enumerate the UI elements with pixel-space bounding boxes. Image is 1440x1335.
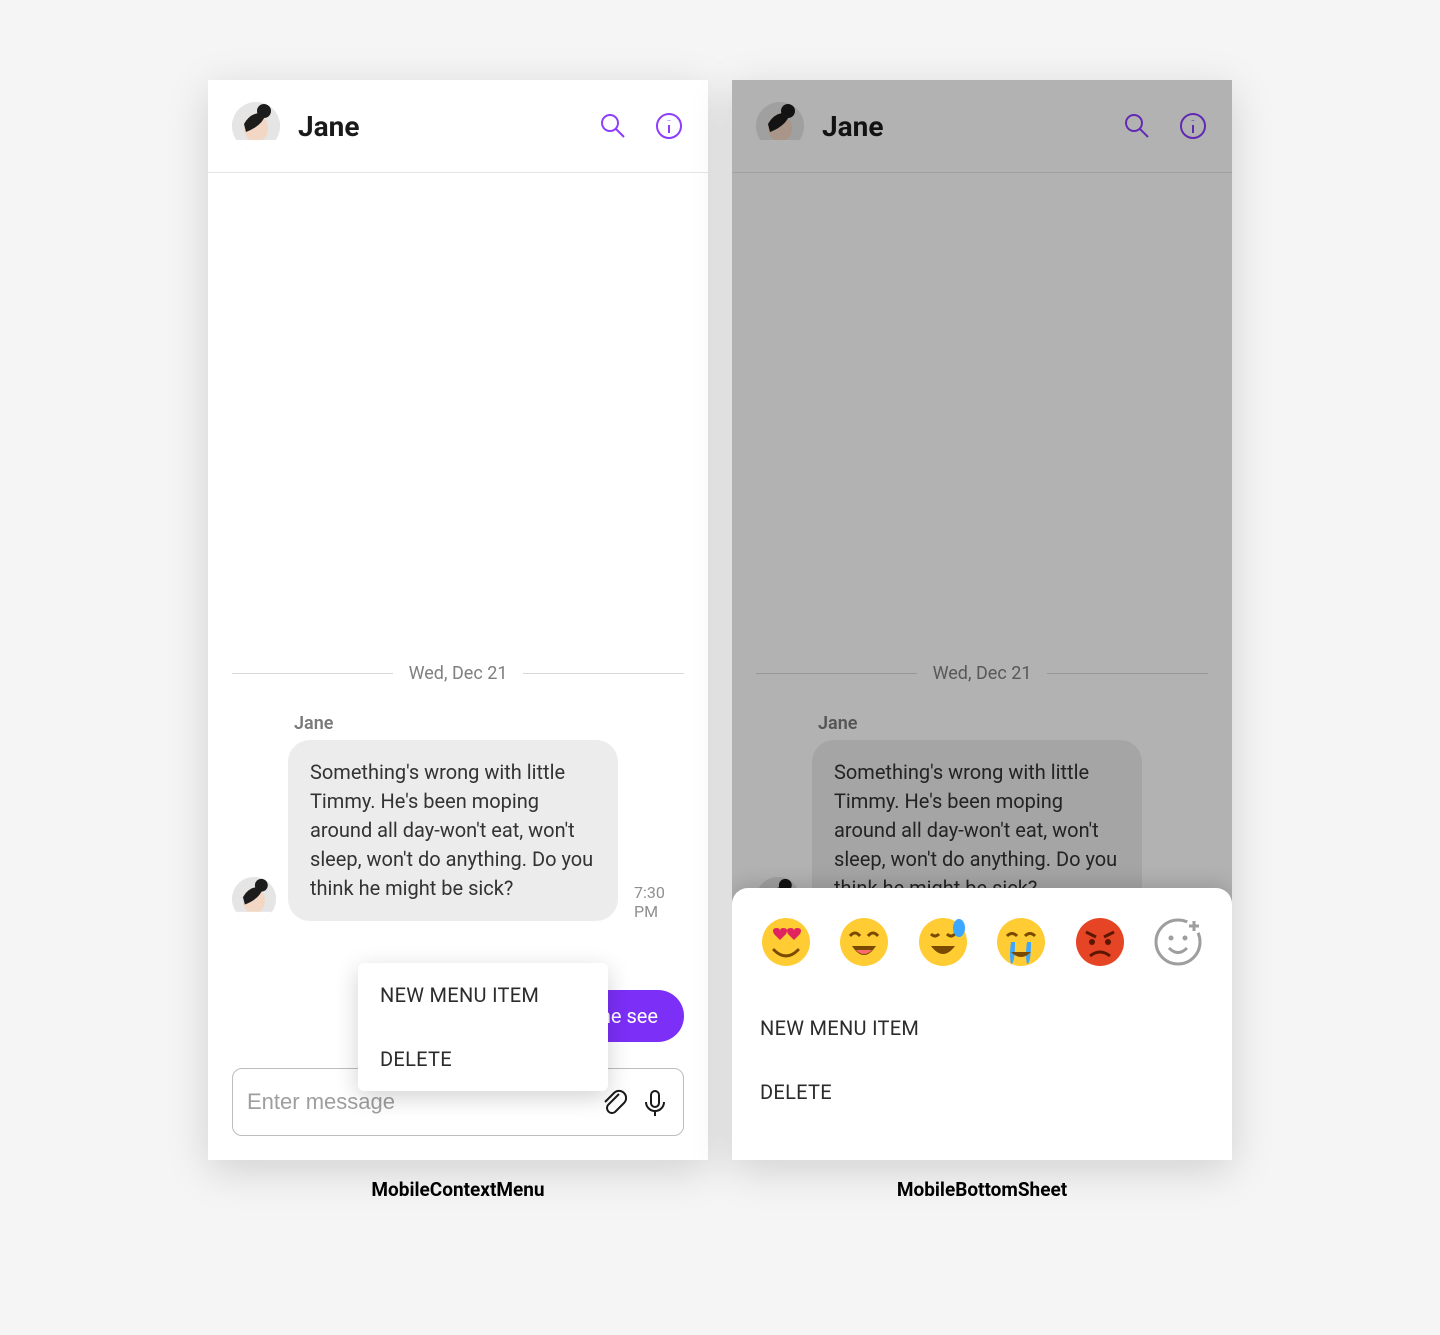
message-group: Jane Something's wrong with little Timmy… [232, 713, 684, 921]
avatar[interactable] [232, 877, 276, 921]
bottom-sheet: NEW MENU ITEM DELETE [732, 888, 1232, 1160]
info-icon[interactable] [654, 111, 684, 141]
message-bubble[interactable]: Something's wrong with little Timmy. He'… [288, 740, 618, 921]
sheet-item[interactable]: NEW MENU ITEM [760, 996, 1204, 1060]
add-reaction-icon[interactable] [1152, 916, 1204, 968]
chat-header: Jane [208, 80, 708, 173]
context-menu-item[interactable]: NEW MENU ITEM [358, 963, 608, 1027]
message-sender: Jane [294, 713, 684, 734]
context-menu-item[interactable]: DELETE [358, 1027, 608, 1091]
phone-context-menu: Jane Wed, Dec 21 Jane Something's wrong … [208, 80, 708, 1160]
reaction-row [760, 916, 1204, 968]
chat-title: Jane [298, 110, 572, 143]
message-input[interactable] [247, 1089, 585, 1115]
reaction-heart-eyes-icon[interactable] [760, 916, 812, 968]
caption-left: MobileContextMenu [208, 1178, 708, 1201]
avatar[interactable] [232, 102, 280, 150]
search-icon[interactable] [598, 111, 628, 141]
reaction-sweat-smile-icon[interactable] [917, 916, 969, 968]
phone-bottom-sheet: Jane Wed, Dec 21 Jane Something's wrong … [732, 80, 1232, 1160]
reaction-crying-icon[interactable] [995, 916, 1047, 968]
date-separator: Wed, Dec 21 [208, 663, 708, 684]
reaction-angry-icon[interactable] [1074, 916, 1126, 968]
microphone-icon[interactable] [641, 1088, 669, 1116]
sheet-item[interactable]: DELETE [760, 1060, 1204, 1124]
caption-right: MobileBottomSheet [732, 1178, 1232, 1201]
context-menu: NEW MENU ITEM DELETE [358, 963, 608, 1091]
message-time: 7:30 PM [634, 883, 684, 921]
chat-scroll[interactable]: Wed, Dec 21 Jane Something's wrong with … [208, 173, 708, 1068]
attachment-icon[interactable] [599, 1088, 627, 1116]
reaction-laughing-icon[interactable] [838, 916, 890, 968]
date-label: Wed, Dec 21 [409, 663, 508, 684]
